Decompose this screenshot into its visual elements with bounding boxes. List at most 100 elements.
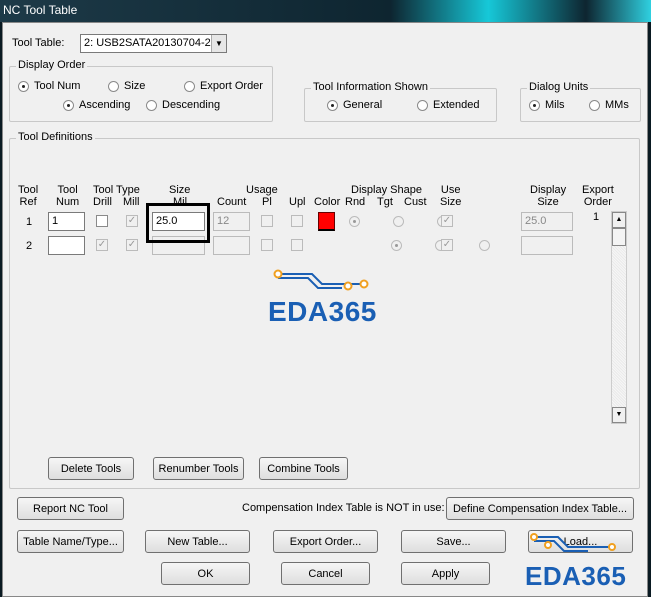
- radio-ascending[interactable]: Ascending: [63, 99, 130, 111]
- row1-color-swatch[interactable]: [318, 212, 335, 231]
- row2-display-size-input[interactable]: [521, 236, 573, 255]
- display-order-title: Display Order: [16, 59, 88, 71]
- row2-mill-checkbox[interactable]: ✓: [126, 239, 138, 251]
- row2-ref: 2: [26, 240, 33, 252]
- display-order-group: Display Order Tool Num Size Export Order…: [9, 59, 273, 122]
- radio-label: Export Order: [200, 80, 263, 92]
- tool-definitions-title: Tool Definitions: [16, 131, 95, 143]
- row1-drill-checkbox[interactable]: [96, 215, 108, 227]
- radio-icon[interactable]: [184, 80, 195, 92]
- hdr-pl: Pl: [262, 196, 272, 208]
- hdr-tgt: Tgt: [377, 196, 393, 208]
- radio-export-order[interactable]: Export Order: [184, 80, 263, 92]
- hdr-upl: Upl: [289, 196, 306, 208]
- radio-descending[interactable]: Descending: [146, 99, 220, 111]
- row2-count-input[interactable]: [213, 236, 250, 255]
- apply-button[interactable]: Apply: [401, 562, 490, 585]
- radio-icon[interactable]: [108, 80, 119, 92]
- scroll-down-icon[interactable]: ▼: [612, 407, 626, 423]
- watermark-text-corner: EDA365: [525, 561, 627, 591]
- export-order-button[interactable]: Export Order...: [273, 530, 378, 553]
- hdr-size: Size: [169, 184, 191, 196]
- row2-tool-num-input[interactable]: [48, 236, 85, 255]
- radio-label: Extended: [433, 99, 480, 111]
- row1-tgt-radio[interactable]: [393, 216, 405, 227]
- radio-label: General: [343, 99, 383, 111]
- hdr-display-size: Display Size: [530, 184, 567, 208]
- hdr-color: Color: [314, 196, 341, 208]
- table-name-type-button[interactable]: Table Name/Type...: [17, 530, 124, 553]
- row1-rnd-radio[interactable]: [349, 216, 360, 227]
- hdr-rnd: Rnd: [345, 196, 366, 208]
- cancel-button[interactable]: Cancel: [281, 562, 370, 585]
- row1-pl-checkbox[interactable]: [261, 215, 273, 227]
- title-bar: [0, 0, 651, 22]
- radio-mils[interactable]: Mils: [529, 99, 565, 111]
- hdr-count: Count: [217, 196, 247, 208]
- hdr-export-order: Export Order: [582, 184, 614, 208]
- radio-general[interactable]: General: [327, 99, 382, 111]
- hdr-drill: Drill: [93, 196, 112, 208]
- row2-use-size-checkbox[interactable]: ✓: [441, 239, 453, 251]
- radio-icon[interactable]: [146, 99, 157, 111]
- row1-display-size-input[interactable]: 25.0: [521, 212, 573, 231]
- tool-info-title: Tool Information Shown: [311, 81, 430, 93]
- hdr-use-size: Use Size: [440, 184, 462, 208]
- hdr-tool-type: Tool Type: [93, 184, 140, 196]
- radio-icon[interactable]: [63, 99, 74, 111]
- radio-label: Descending: [162, 99, 221, 111]
- radio-tool-num[interactable]: Tool Num: [18, 80, 80, 92]
- row1-export-order: 1: [593, 211, 600, 223]
- row1-use-size-checkbox[interactable]: ✓: [441, 215, 453, 227]
- report-nc-tool-button[interactable]: Report NC Tool: [17, 497, 124, 520]
- tool-table-select[interactable]: 2: USB2SATA20130704-2 ▼: [80, 34, 227, 53]
- radio-label: Ascending: [79, 99, 131, 111]
- save-button[interactable]: Save...: [401, 530, 506, 553]
- tool-table-value: 2: USB2SATA20130704-2: [84, 37, 211, 49]
- hdr-cust: Cust: [404, 196, 427, 208]
- row1-mill-checkbox[interactable]: ✓: [126, 215, 138, 227]
- hdr-usage: Usage: [246, 184, 278, 196]
- watermark-text: EDA365: [268, 296, 377, 327]
- radio-icon[interactable]: [589, 99, 600, 111]
- row2-drill-checkbox[interactable]: ✓: [96, 239, 108, 251]
- radio-icon[interactable]: [327, 99, 338, 111]
- radio-label: Mils: [545, 99, 565, 111]
- radio-icon[interactable]: [18, 80, 29, 92]
- radio-extended[interactable]: Extended: [417, 99, 479, 111]
- scroll-up-icon[interactable]: ▲: [612, 212, 626, 228]
- row1-tool-num-input[interactable]: 1: [48, 212, 85, 231]
- row1-upl-checkbox[interactable]: [291, 215, 303, 227]
- delete-tools-button[interactable]: Delete Tools: [48, 457, 134, 480]
- renumber-tools-button[interactable]: Renumber Tools: [153, 457, 244, 480]
- hdr-display-shape: Display Shape: [351, 184, 422, 196]
- row2-upl-checkbox[interactable]: [291, 239, 303, 251]
- row2-pl-checkbox[interactable]: [261, 239, 273, 251]
- radio-mms[interactable]: MMs: [589, 99, 629, 111]
- new-table-button[interactable]: New Table...: [145, 530, 250, 553]
- radio-label: Tool Num: [34, 80, 81, 92]
- scrollbar[interactable]: ▲ ▼: [611, 211, 627, 424]
- tool-info-group: Tool Information Shown General Extended: [304, 81, 497, 122]
- row1-count-input[interactable]: 12: [213, 212, 250, 231]
- eda365-corner-logo-icon: [530, 533, 616, 552]
- eda365-logo-icon: [273, 269, 369, 291]
- radio-icon[interactable]: [417, 99, 428, 111]
- hdr-tool-num: Tool Num: [56, 184, 80, 208]
- highlight-box: [146, 203, 210, 243]
- radio-label: MMs: [605, 99, 629, 111]
- radio-icon[interactable]: [529, 99, 540, 111]
- define-compensation-button[interactable]: Define Compensation Index Table...: [446, 497, 634, 520]
- tool-table-label: Tool Table:: [12, 37, 65, 49]
- ok-button[interactable]: OK: [161, 562, 250, 585]
- radio-label: Size: [124, 80, 146, 92]
- units-title: Dialog Units: [527, 81, 591, 93]
- radio-size[interactable]: Size: [108, 80, 145, 92]
- dialog-units-group: Dialog Units Mils MMs: [520, 81, 641, 122]
- combine-tools-button[interactable]: Combine Tools: [259, 457, 348, 480]
- row1-ref: 1: [26, 216, 33, 228]
- scroll-thumb[interactable]: [612, 228, 626, 246]
- chevron-down-icon[interactable]: ▼: [211, 35, 226, 52]
- hdr-tool-ref: Tool Ref: [18, 184, 39, 208]
- compensation-status: Compensation Index Table is NOT in use:: [242, 502, 445, 514]
